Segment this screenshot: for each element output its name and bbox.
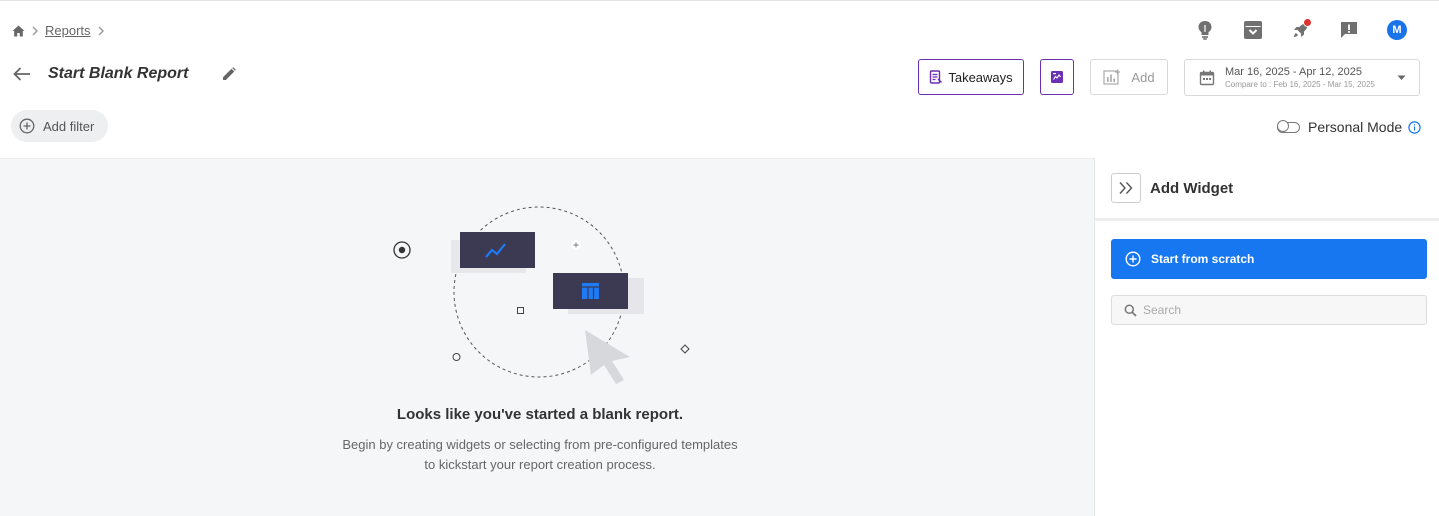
personal-mode: Personal Mode <box>1277 119 1421 135</box>
empty-report-illustration <box>393 206 690 384</box>
diamond-shape <box>680 344 690 354</box>
page-title[interactable]: Start Blank Report <box>48 65 188 83</box>
panel-title: Add Widget <box>1150 179 1234 197</box>
toggle-knob <box>1277 120 1289 132</box>
compare-range-value: Compare to : Feb 16, 2025 - Mar 15, 2025 <box>1225 79 1375 89</box>
double-chevron-icon <box>1118 181 1134 195</box>
takeaways-icon <box>929 70 943 84</box>
notification-badge <box>1303 18 1312 27</box>
search-icon <box>1124 304 1137 317</box>
add-filter-button[interactable]: Add filter <box>11 110 108 142</box>
ai-insights-button[interactable] <box>1040 59 1074 95</box>
ai-report-icon <box>1050 70 1064 84</box>
widget-search[interactable] <box>1111 295 1427 325</box>
date-range-value: Mar 16, 2025 - Apr 12, 2025 <box>1225 65 1362 78</box>
collapse-panel-button[interactable] <box>1111 173 1141 203</box>
avatar-initial: M <box>1387 20 1407 40</box>
lightbulb-icon[interactable] <box>1181 18 1229 42</box>
home-icon[interactable] <box>12 25 25 37</box>
personal-mode-toggle[interactable] <box>1277 120 1300 133</box>
plus-circle-icon <box>19 118 35 134</box>
title-row: Start Blank Report <box>12 65 237 83</box>
empty-state-line-2: to kickstart your report creation proces… <box>424 457 656 472</box>
start-from-scratch-label: Start from scratch <box>1151 252 1255 266</box>
report-header: Reports M Start Blank Report Takeaways A… <box>0 1 1439 157</box>
caret-down-icon <box>1397 75 1406 81</box>
report-canvas[interactable]: Looks like you've started a blank report… <box>0 158 1094 516</box>
breadcrumb-reports-link[interactable]: Reports <box>45 23 91 38</box>
pencil-icon[interactable] <box>222 67 237 81</box>
back-arrow-icon[interactable] <box>12 66 32 82</box>
empty-state-line-1: Begin by creating widgets or selecting f… <box>342 437 738 452</box>
line-chart-card <box>460 232 535 268</box>
square-shape <box>517 307 524 314</box>
info-icon[interactable] <box>1408 120 1421 134</box>
date-text: Mar 16, 2025 - Apr 12, 2025 Compare to :… <box>1225 65 1375 89</box>
table-icon <box>582 283 599 299</box>
breadcrumb: Reports <box>12 23 105 38</box>
add-widget-top-button[interactable]: Add <box>1090 59 1168 95</box>
add-widget-panel: Add Widget Start from scratch <box>1094 158 1439 516</box>
user-avatar[interactable]: M <box>1373 18 1421 42</box>
add-filter-label: Add filter <box>43 118 95 134</box>
chevron-right-icon <box>31 26 39 36</box>
date-range-picker[interactable]: Mar 16, 2025 - Apr 12, 2025 Compare to :… <box>1184 59 1420 96</box>
takeaways-label: Takeaways <box>948 69 1013 85</box>
calendar-icon <box>1199 70 1215 86</box>
rocket-icon[interactable] <box>1277 18 1325 42</box>
takeaways-button[interactable]: Takeaways <box>918 59 1024 95</box>
personal-mode-label: Personal Mode <box>1308 119 1403 135</box>
small-circle-shape <box>452 353 461 361</box>
chart-add-icon <box>1103 69 1121 85</box>
search-input[interactable] <box>1143 303 1403 317</box>
top-toolbar: M <box>1181 18 1421 42</box>
empty-state-title: Looks like you've started a blank report… <box>396 406 684 423</box>
plus-circle-icon <box>1125 251 1141 267</box>
archive-icon[interactable] <box>1229 18 1277 42</box>
add-label: Add <box>1131 69 1155 85</box>
chevron-right-icon <box>97 26 105 36</box>
feedback-icon[interactable] <box>1325 18 1373 42</box>
start-from-scratch-button[interactable]: Start from scratch <box>1111 239 1427 279</box>
panel-header: Add Widget <box>1095 158 1439 221</box>
radio-dot <box>398 246 406 254</box>
empty-state-description: Begin by creating widgets or selecting f… <box>340 435 740 475</box>
cursor-icon <box>585 330 630 384</box>
